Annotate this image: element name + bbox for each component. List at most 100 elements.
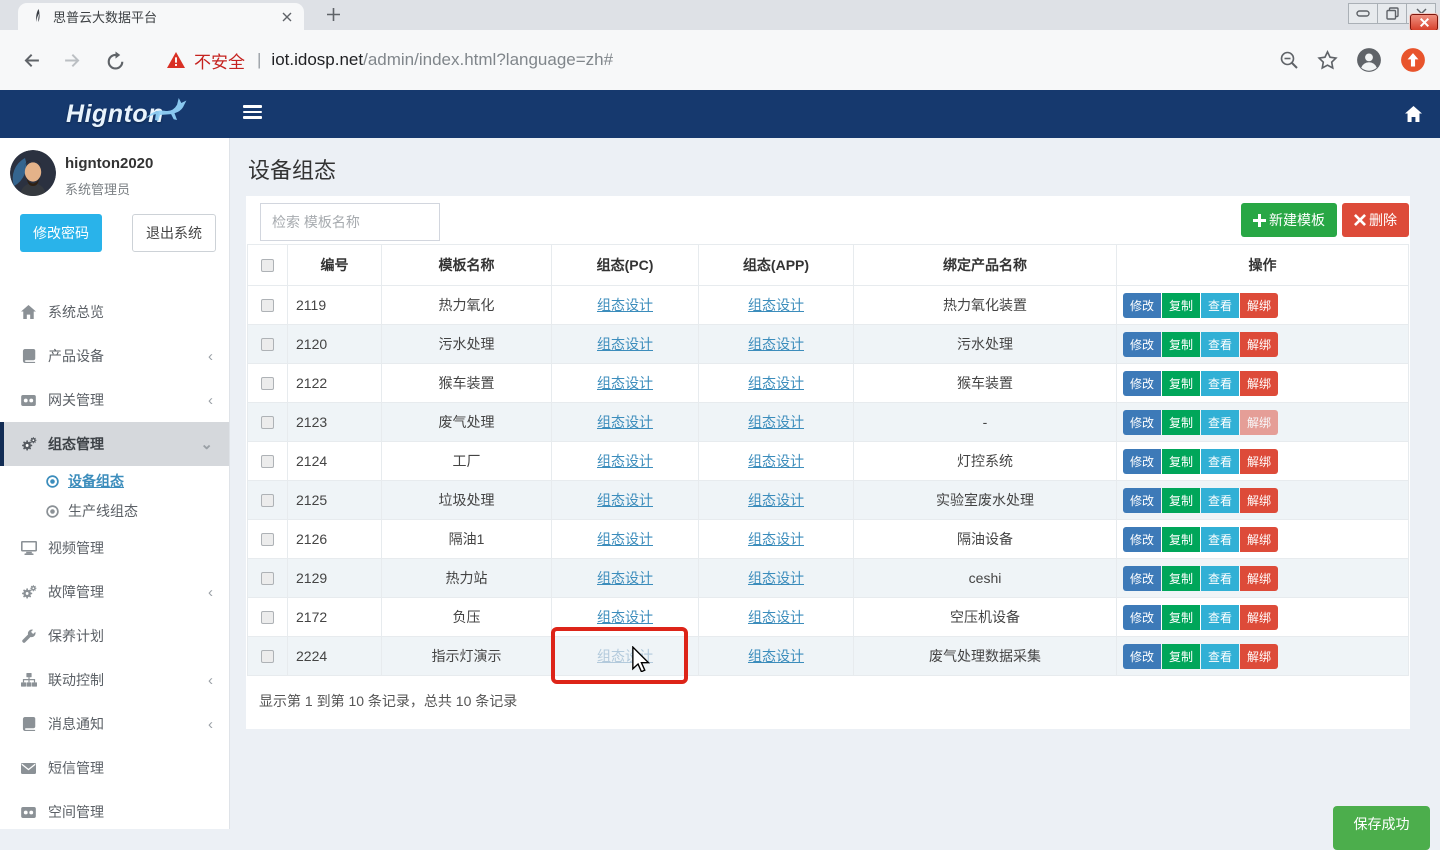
- action-view-button[interactable]: 查看: [1201, 566, 1239, 591]
- action-copy-button[interactable]: 复制: [1162, 488, 1200, 513]
- scada-design-link-app[interactable]: 组态设计: [748, 609, 804, 625]
- scada-design-link-app[interactable]: 组态设计: [748, 375, 804, 391]
- scada-design-link-pc[interactable]: 组态设计: [597, 453, 653, 469]
- scada-design-link-app[interactable]: 组态设计: [748, 453, 804, 469]
- action-unbind-button[interactable]: 解绑: [1240, 371, 1278, 396]
- action-modify-button[interactable]: 修改: [1123, 449, 1161, 474]
- action-modify-button[interactable]: 修改: [1123, 332, 1161, 357]
- scada-design-link-pc[interactable]: 组态设计: [597, 648, 653, 664]
- tab-close-icon[interactable]: [278, 8, 296, 26]
- reload-icon[interactable]: [106, 51, 125, 70]
- sidebar-item-gateway-mgmt[interactable]: 网关管理‹: [0, 378, 229, 422]
- sidebar-item-product-device[interactable]: 产品设备‹: [0, 334, 229, 378]
- scada-design-link-app[interactable]: 组态设计: [748, 414, 804, 430]
- action-modify-button[interactable]: 修改: [1123, 605, 1161, 630]
- window-restore-button[interactable]: [1377, 3, 1407, 24]
- scada-design-link-pc[interactable]: 组态设计: [597, 492, 653, 508]
- scada-design-link-app[interactable]: 组态设计: [748, 531, 804, 547]
- profile-avatar-icon[interactable]: [1356, 47, 1382, 73]
- zoom-out-icon[interactable]: [1279, 50, 1299, 70]
- sidebar-item-fault-mgmt[interactable]: 故障管理‹: [0, 570, 229, 614]
- sidebar-toggle-icon[interactable]: [243, 105, 262, 122]
- action-unbind-button[interactable]: 解绑: [1240, 566, 1278, 591]
- action-unbind-button[interactable]: 解绑: [1240, 293, 1278, 318]
- action-view-button[interactable]: 查看: [1201, 605, 1239, 630]
- scada-design-link-pc[interactable]: 组态设计: [597, 297, 653, 313]
- action-view-button[interactable]: 查看: [1201, 293, 1239, 318]
- sidebar-item-sms-mgmt[interactable]: 短信管理: [0, 746, 229, 790]
- row-checkbox[interactable]: [261, 611, 274, 624]
- scada-design-link-app[interactable]: 组态设计: [748, 570, 804, 586]
- action-copy-button[interactable]: 复制: [1162, 410, 1200, 435]
- action-copy-button[interactable]: 复制: [1162, 566, 1200, 591]
- row-checkbox[interactable]: [261, 533, 274, 546]
- action-view-button[interactable]: 查看: [1201, 644, 1239, 669]
- action-modify-button[interactable]: 修改: [1123, 488, 1161, 513]
- action-unbind-button[interactable]: 解绑: [1240, 644, 1278, 669]
- row-checkbox[interactable]: [261, 299, 274, 312]
- sidebar-item-scada-mgmt[interactable]: 组态管理⌄: [0, 422, 229, 466]
- sidebar-item-message-notify[interactable]: 消息通知‹: [0, 702, 229, 746]
- action-unbind-button[interactable]: 解绑: [1240, 527, 1278, 552]
- action-copy-button[interactable]: 复制: [1162, 527, 1200, 552]
- select-all-checkbox[interactable]: [261, 259, 274, 272]
- change-password-button[interactable]: 修改密码: [20, 214, 102, 252]
- scada-design-link-app[interactable]: 组态设计: [748, 297, 804, 313]
- action-view-button[interactable]: 查看: [1201, 332, 1239, 357]
- back-icon[interactable]: [22, 51, 41, 70]
- forward-icon[interactable]: [63, 51, 82, 70]
- scada-design-link-app[interactable]: 组态设计: [748, 648, 804, 664]
- home-icon[interactable]: [1405, 106, 1422, 122]
- sidebar-item-maintenance-plan[interactable]: 保养计划: [0, 614, 229, 658]
- row-checkbox[interactable]: [261, 650, 274, 663]
- row-checkbox[interactable]: [261, 416, 274, 429]
- action-unbind-button[interactable]: 解绑: [1240, 332, 1278, 357]
- delete-button[interactable]: 删除: [1342, 203, 1409, 237]
- action-view-button[interactable]: 查看: [1201, 527, 1239, 552]
- logout-button[interactable]: 退出系统: [132, 214, 216, 252]
- action-view-button[interactable]: 查看: [1201, 488, 1239, 513]
- row-checkbox[interactable]: [261, 338, 274, 351]
- scada-design-link-app[interactable]: 组态设计: [748, 492, 804, 508]
- action-unbind-button[interactable]: 解绑: [1240, 488, 1278, 513]
- window-close-button[interactable]: [1406, 3, 1436, 24]
- action-modify-button[interactable]: 修改: [1123, 410, 1161, 435]
- search-input[interactable]: [260, 203, 440, 241]
- action-modify-button[interactable]: 修改: [1123, 644, 1161, 669]
- scada-design-link-pc[interactable]: 组态设计: [597, 414, 653, 430]
- sidebar-item-linkage-control[interactable]: 联动控制‹: [0, 658, 229, 702]
- row-checkbox[interactable]: [261, 572, 274, 585]
- action-unbind-button[interactable]: 解绑: [1240, 605, 1278, 630]
- window-minimize-button[interactable]: [1348, 3, 1378, 24]
- row-checkbox[interactable]: [261, 494, 274, 507]
- browser-tab[interactable]: 思普云大数据平台: [18, 3, 304, 30]
- action-copy-button[interactable]: 复制: [1162, 293, 1200, 318]
- action-modify-button[interactable]: 修改: [1123, 566, 1161, 591]
- scada-design-link-pc[interactable]: 组态设计: [597, 609, 653, 625]
- action-view-button[interactable]: 查看: [1201, 410, 1239, 435]
- scada-design-link-pc[interactable]: 组态设计: [597, 570, 653, 586]
- action-modify-button[interactable]: 修改: [1123, 371, 1161, 396]
- action-copy-button[interactable]: 复制: [1162, 371, 1200, 396]
- scada-design-link-pc[interactable]: 组态设计: [597, 531, 653, 547]
- bookmark-star-icon[interactable]: [1317, 50, 1338, 71]
- action-view-button[interactable]: 查看: [1201, 449, 1239, 474]
- url-bar[interactable]: 不安全 | iot.idosp.net/admin/index.html?lan…: [167, 48, 1261, 73]
- scada-design-link-app[interactable]: 组态设计: [748, 336, 804, 352]
- browser-update-icon[interactable]: [1400, 47, 1426, 73]
- scada-design-link-pc[interactable]: 组态设计: [597, 375, 653, 391]
- action-copy-button[interactable]: 复制: [1162, 332, 1200, 357]
- action-copy-button[interactable]: 复制: [1162, 605, 1200, 630]
- app-logo[interactable]: Hignton: [0, 90, 230, 138]
- row-checkbox[interactable]: [261, 377, 274, 390]
- action-unbind-button[interactable]: 解绑: [1240, 449, 1278, 474]
- action-copy-button[interactable]: 复制: [1162, 644, 1200, 669]
- scada-design-link-pc[interactable]: 组态设计: [597, 336, 653, 352]
- row-checkbox[interactable]: [261, 455, 274, 468]
- action-view-button[interactable]: 查看: [1201, 371, 1239, 396]
- action-modify-button[interactable]: 修改: [1123, 527, 1161, 552]
- action-modify-button[interactable]: 修改: [1123, 293, 1161, 318]
- sidebar-item-space-mgmt[interactable]: 空间管理: [0, 790, 229, 834]
- action-copy-button[interactable]: 复制: [1162, 449, 1200, 474]
- create-template-button[interactable]: 新建模板: [1241, 203, 1337, 237]
